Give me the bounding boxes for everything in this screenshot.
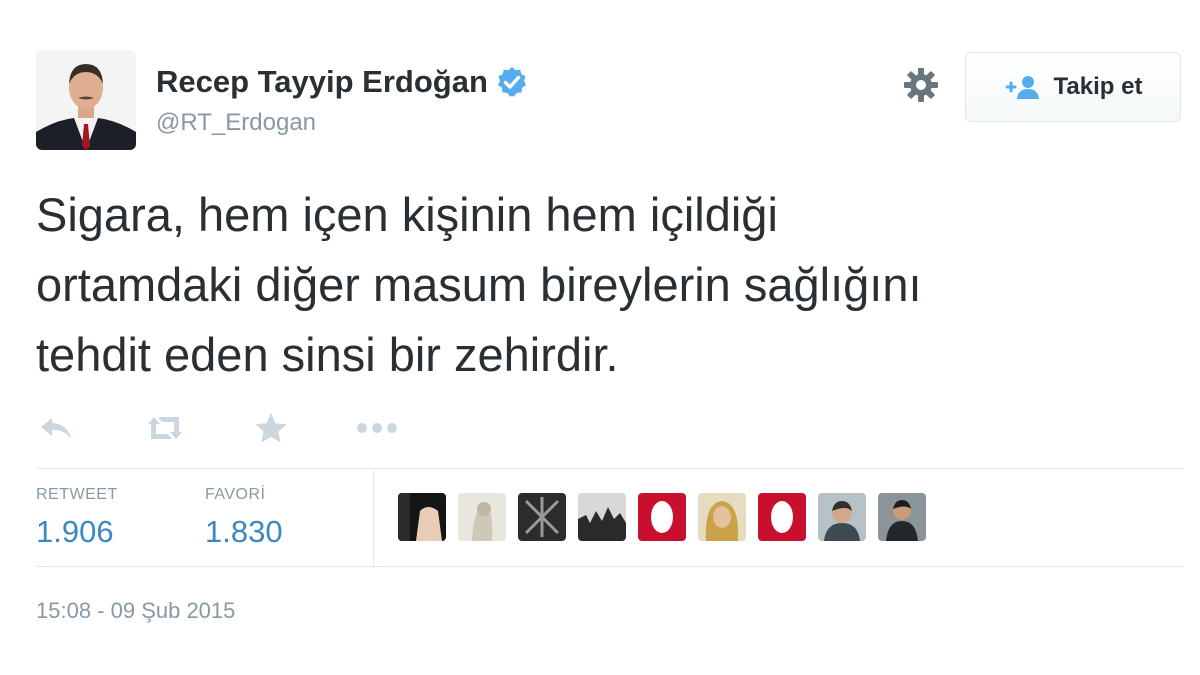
favoriter-avatar-5-image: [638, 493, 686, 541]
settings-button[interactable]: [902, 66, 940, 104]
favoriter-avatar-6-image: [698, 493, 746, 541]
reply-button[interactable]: [38, 408, 74, 448]
favoriter-avatar-6[interactable]: [698, 493, 746, 541]
favoriter-avatar-3-image: [518, 493, 566, 541]
favoriter-avatar-7[interactable]: [758, 493, 806, 541]
retweet-stat-label: RETWEET: [36, 486, 118, 503]
favorite-star-icon: [255, 413, 287, 443]
retweet-icon: [148, 417, 182, 439]
author-handle[interactable]: @RT_Erdogan: [156, 108, 528, 138]
gear-icon: [904, 68, 938, 102]
tweet-text: Sigara, hem içen kişinin hem içildiği or…: [36, 180, 1176, 390]
retweet-stat[interactable]: RETWEET 1.906: [36, 486, 118, 552]
more-dots-icon: [357, 423, 397, 433]
favorite-stat-label: FAVORİ: [205, 486, 266, 503]
retweet-count: 1.906: [36, 514, 114, 549]
stats-bottom-divider: [36, 566, 1184, 567]
favoriter-avatar-4-image: [578, 493, 626, 541]
favoriter-avatar-8-image: [818, 493, 866, 541]
stats-vertical-divider: [373, 470, 374, 566]
tweet-timestamp[interactable]: 15:08 - 09 Şub 2015: [36, 596, 235, 626]
favoriter-avatar-2-image: [458, 493, 506, 541]
favoriter-avatar-9-image: [878, 493, 926, 541]
favoriter-avatar-8[interactable]: [818, 493, 866, 541]
favoriter-avatar-5[interactable]: [638, 493, 686, 541]
favoriter-avatar-7-image: [758, 493, 806, 541]
favoriter-avatar-3[interactable]: [518, 493, 566, 541]
author-avatar[interactable]: [36, 50, 136, 150]
author-name-block[interactable]: Recep Tayyip Erdoğan @RT_Erdogan: [156, 64, 528, 138]
favoriter-avatar-1: [398, 493, 446, 541]
retweet-button[interactable]: [144, 408, 186, 448]
tweet-text-line: Sigara, hem içen kişinin hem içildiği: [36, 188, 778, 241]
favoriter-avatar-2[interactable]: [458, 493, 506, 541]
favorite-button[interactable]: [254, 408, 288, 448]
more-button[interactable]: [356, 408, 398, 448]
favoriter-avatar-1[interactable]: [398, 493, 446, 541]
author-display-name[interactable]: Recep Tayyip Erdoğan: [156, 64, 528, 100]
favorite-stat[interactable]: FAVORİ 1.830: [205, 486, 283, 552]
favoriter-avatar-9[interactable]: [878, 493, 926, 541]
stats-top-divider: [36, 468, 1184, 469]
verified-badge-icon: [497, 67, 526, 97]
profile-photo: [36, 50, 136, 150]
add-user-icon: [1005, 76, 1039, 99]
tweet-card: Recep Tayyip Erdoğan @RT_Erdogan Takip e…: [0, 0, 1200, 675]
tweet-text-line: ortamdaki diğer masum bireylerin sağlığı…: [36, 258, 922, 311]
favoriter-avatar-4[interactable]: [578, 493, 626, 541]
reply-icon: [41, 418, 71, 439]
tweet-text-line: tehdit eden sinsi bir zehirdir.: [36, 328, 619, 381]
display-name-text: Recep Tayyip Erdoğan: [156, 64, 488, 99]
favorite-count: 1.830: [205, 514, 283, 549]
follow-button-label: Takip et: [1053, 73, 1143, 100]
follow-button[interactable]: Takip et: [965, 52, 1181, 122]
